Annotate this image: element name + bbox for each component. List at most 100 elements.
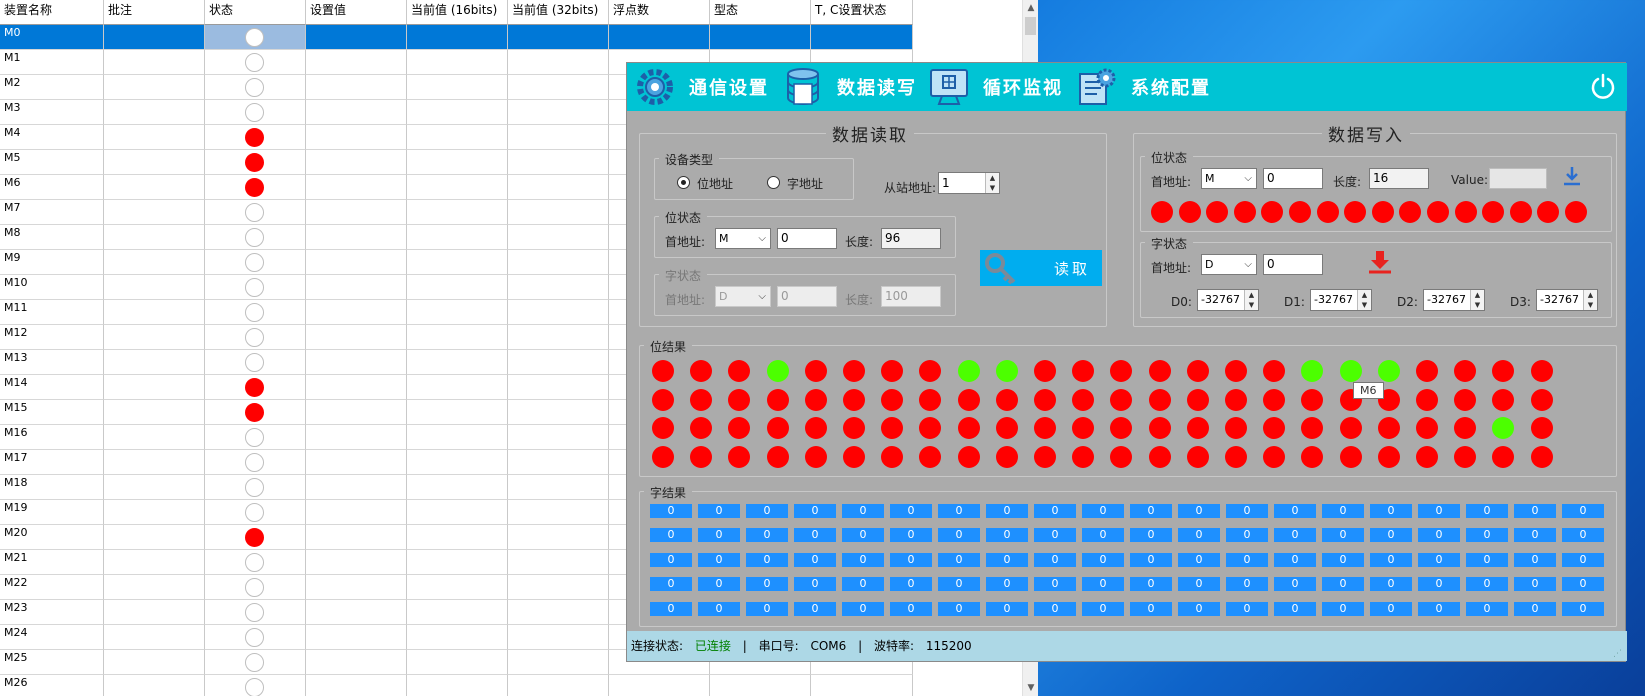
word-result-cell[interactable]: 0 [1274, 552, 1316, 567]
grid-header[interactable]: 当前值 (32bits) [508, 0, 609, 25]
bit-result-lamp[interactable] [1416, 417, 1438, 439]
bit-result-lamp[interactable] [1416, 445, 1438, 468]
word-result-cell[interactable]: 0 [698, 577, 740, 592]
grid-header[interactable]: T, C设置状态 [811, 0, 913, 25]
bit-result-lamp[interactable] [1225, 360, 1247, 382]
word-result-cell[interactable]: 0 [1082, 552, 1124, 567]
grid-header[interactable]: 批注 [104, 0, 205, 25]
table-row[interactable]: M0 [0, 25, 913, 50]
grid-header[interactable]: 设置值 [306, 0, 407, 25]
bit-result-lamp[interactable] [1263, 388, 1286, 411]
bit-result-lamp[interactable] [690, 388, 713, 411]
word-result-cell[interactable]: 0 [986, 504, 1028, 518]
device-name-cell[interactable]: M14 [0, 375, 104, 400]
device-name-cell[interactable]: M15 [0, 400, 104, 425]
table-cell[interactable] [104, 450, 205, 475]
table-cell[interactable] [306, 375, 407, 400]
bit-result-lamp[interactable] [1034, 417, 1056, 439]
device-name-cell[interactable]: M24 [0, 625, 104, 650]
table-cell[interactable] [508, 275, 609, 300]
write-bit-lamp[interactable] [1482, 201, 1505, 223]
nav-comm-settings[interactable]: 通信设置 [633, 63, 769, 111]
word-result-cell[interactable]: 0 [1418, 552, 1460, 567]
word-result-cell[interactable]: 0 [986, 528, 1028, 543]
table-cell[interactable] [407, 225, 508, 250]
table-cell[interactable] [306, 100, 407, 125]
bit-result-lamp[interactable] [1454, 360, 1477, 382]
resize-grip-icon[interactable]: ⋰ [1613, 649, 1623, 659]
table-cell[interactable] [306, 300, 407, 325]
table-cell[interactable] [508, 650, 609, 675]
bit-result-lamp[interactable] [1301, 417, 1324, 439]
word-result-cell[interactable]: 0 [794, 601, 836, 616]
table-cell[interactable] [306, 225, 407, 250]
word-result-cell[interactable]: 0 [1370, 577, 1412, 592]
word-result-cell[interactable]: 0 [1082, 577, 1124, 592]
bit-result-lamp[interactable] [652, 417, 674, 439]
bit-result-lamp[interactable] [1110, 417, 1133, 439]
word-result-cell[interactable]: 0 [1274, 528, 1316, 543]
status-cell[interactable] [205, 425, 306, 450]
bit-result-lamp[interactable] [652, 388, 674, 411]
nav-cycle-monitor[interactable]: 循环监视 [927, 63, 1063, 111]
table-cell[interactable] [306, 50, 407, 75]
word-result-cell[interactable]: 0 [842, 504, 884, 518]
d0-spinner[interactable]: -32767 ▲ ▼ [1197, 289, 1259, 311]
device-name-cell[interactable]: M3 [0, 100, 104, 125]
status-cell[interactable] [205, 550, 306, 575]
device-name-cell[interactable]: M22 [0, 575, 104, 600]
table-cell[interactable] [104, 350, 205, 375]
bit-result-lamp[interactable] [1530, 388, 1553, 411]
word-result-cell[interactable]: 0 [1370, 552, 1412, 567]
status-cell[interactable] [205, 100, 306, 125]
table-cell[interactable] [710, 25, 811, 50]
table-cell[interactable] [306, 400, 407, 425]
spin-down-icon[interactable]: ▼ [985, 183, 999, 193]
table-cell[interactable] [104, 325, 205, 350]
table-cell[interactable] [104, 225, 205, 250]
word-result-cell[interactable]: 0 [1178, 601, 1220, 616]
status-cell[interactable] [205, 125, 306, 150]
spin-up-icon[interactable]: ▲ [1357, 290, 1371, 300]
bit-result-lamp[interactable] [1530, 445, 1553, 468]
write-bit-lamp[interactable] [1233, 201, 1256, 223]
bit-result-lamp[interactable] [881, 417, 904, 439]
table-cell[interactable] [306, 25, 407, 50]
write-bit-start-input[interactable]: 0 [1263, 168, 1323, 189]
word-result-cell[interactable]: 0 [1082, 504, 1124, 518]
bit-result-lamp[interactable] [919, 445, 942, 468]
word-result-cell[interactable]: 0 [1082, 601, 1124, 616]
table-cell[interactable] [407, 450, 508, 475]
table-cell[interactable] [508, 450, 609, 475]
bit-result-lamp[interactable] [728, 388, 751, 411]
bit-result-lamp[interactable] [1492, 417, 1515, 439]
status-cell[interactable] [205, 475, 306, 500]
write-bit-area-select[interactable]: M ⌵ [1201, 168, 1257, 189]
bit-result-lamp[interactable] [804, 360, 827, 382]
table-cell[interactable] [508, 250, 609, 275]
word-result-cell[interactable]: 0 [1130, 552, 1172, 567]
word-result-cell[interactable]: 0 [1226, 601, 1268, 616]
write-bit-lamp[interactable] [1289, 201, 1311, 223]
bit-result-lamp[interactable] [843, 445, 865, 468]
word-result-cell[interactable]: 0 [986, 577, 1028, 592]
bit-result-lamp[interactable] [1492, 388, 1515, 411]
write-bit-lamp[interactable] [1565, 201, 1587, 223]
bit-result-lamp[interactable] [766, 388, 789, 411]
word-result-cell[interactable]: 0 [1322, 552, 1364, 567]
scroll-thumb[interactable] [1025, 17, 1036, 35]
d3-spinner[interactable]: -32767 ▲ ▼ [1536, 289, 1598, 311]
device-name-cell[interactable]: M10 [0, 275, 104, 300]
word-result-cell[interactable]: 0 [1274, 577, 1316, 592]
table-cell[interactable] [811, 25, 913, 50]
word-result-cell[interactable]: 0 [650, 601, 692, 616]
grid-header[interactable]: 装置名称 [0, 0, 104, 25]
bit-result-lamp[interactable] [1339, 445, 1362, 468]
spin-down-icon[interactable]: ▼ [1470, 300, 1484, 310]
table-cell[interactable] [104, 75, 205, 100]
table-cell[interactable] [407, 75, 508, 100]
table-cell[interactable] [407, 200, 508, 225]
table-cell[interactable] [407, 525, 508, 550]
bit-result-lamp[interactable] [1377, 417, 1400, 439]
word-result-cell[interactable]: 0 [1466, 552, 1508, 567]
